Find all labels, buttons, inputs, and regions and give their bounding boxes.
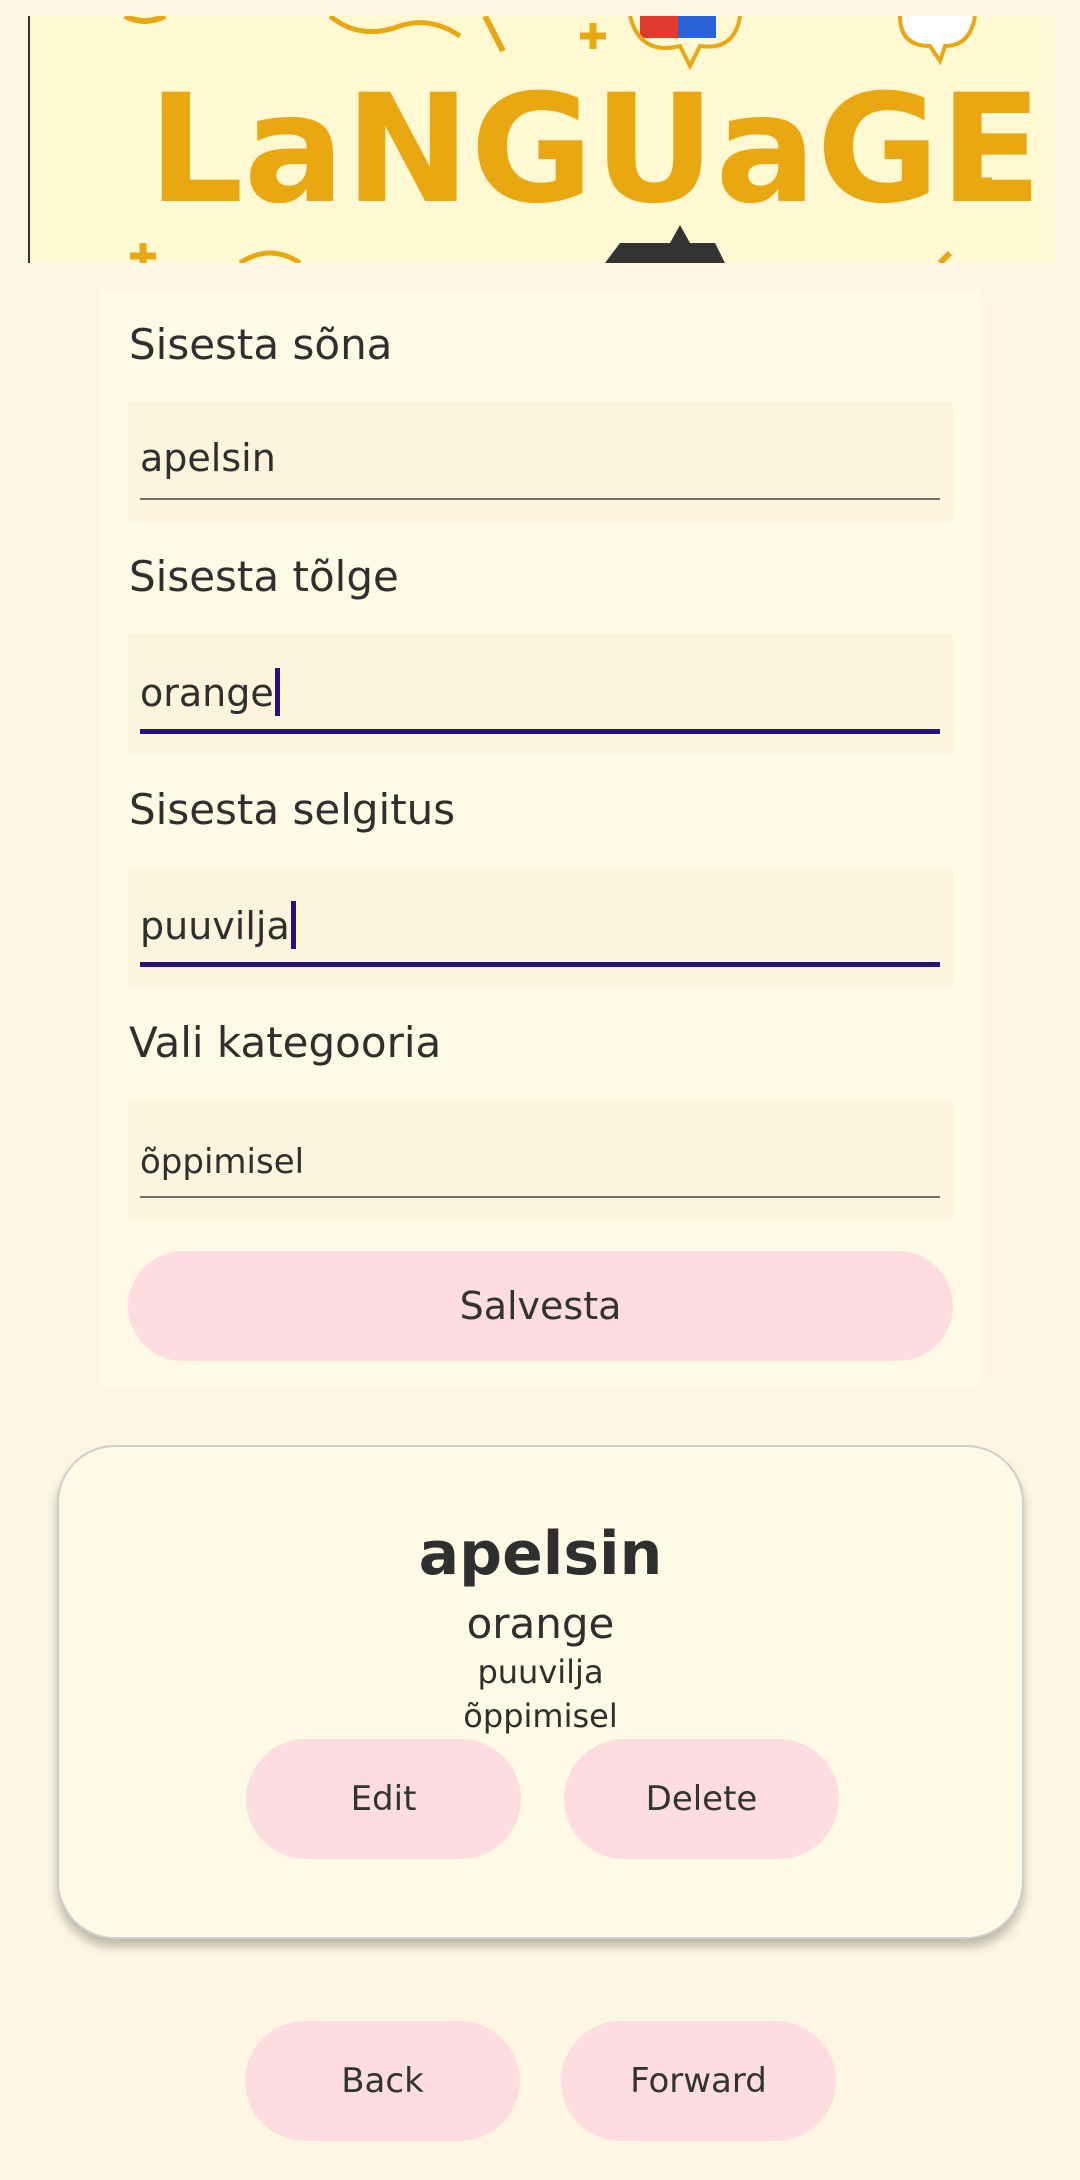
word-label: Sisesta sõna [129,320,393,369]
edit-button[interactable]: Edit [246,1739,521,1859]
card-category: õppimisel [463,1697,618,1735]
back-button[interactable]: Back [245,2021,520,2141]
translation-input-value: orange [140,671,274,715]
language-banner-image: LaNGUaGE [28,16,1055,263]
text-caret [274,668,280,716]
banner-word: LaNGUaGE [148,63,1042,237]
translation-input-underline [140,729,940,734]
card-translation: orange [466,1599,615,1648]
category-select-underline [140,1196,940,1198]
translation-input[interactable]: orange [128,634,953,754]
explanation-input-value: puuvilja [140,904,290,948]
explanation-input-underline [140,962,940,967]
card-explanation: puuvilja [477,1653,604,1691]
word-input-underline [140,498,940,500]
category-select[interactable]: õppimisel [128,1100,953,1220]
forward-button[interactable]: Forward [561,2021,836,2141]
translation-label: Sisesta tõlge [129,552,399,601]
page: LaNGUaGE Sisesta sõna apelsin Sisesta tõ… [0,0,1080,2180]
word-input-value: apelsin [140,436,276,480]
delete-button[interactable]: Delete [564,1739,839,1859]
banner-illustration: LaNGUaGE [30,16,1055,263]
save-button[interactable]: Salvesta [128,1251,953,1361]
text-caret [290,901,296,949]
word-form: Sisesta sõna apelsin Sisesta tõlge orang… [101,290,981,1388]
card-word: apelsin [418,1519,663,1589]
word-card: apelsin orange puuvilja õppimisel Edit D… [57,1445,1024,1939]
explanation-label: Sisesta selgitus [129,785,456,834]
explanation-input[interactable]: puuvilja [128,867,953,987]
word-input[interactable]: apelsin [128,402,953,522]
category-select-value: õppimisel [140,1142,305,1182]
category-label: Vali kategooria [129,1018,442,1067]
